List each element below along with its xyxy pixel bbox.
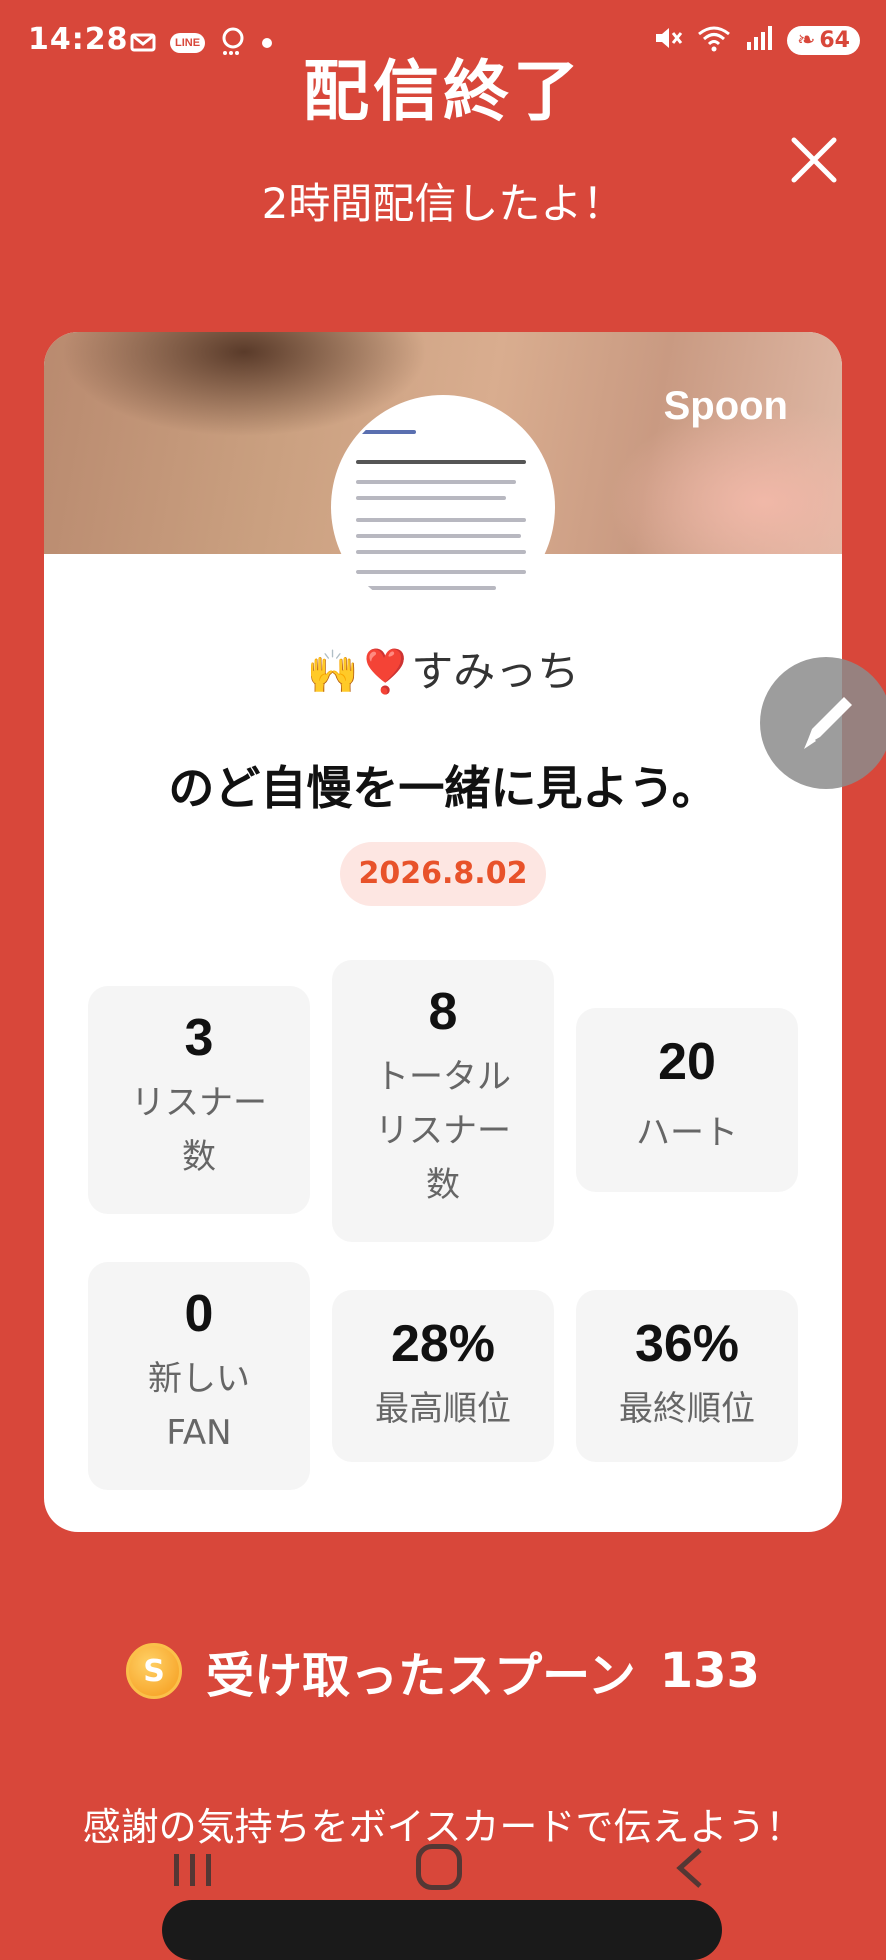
stat-best-rank: 28% 最高順位 (332, 1290, 554, 1462)
home-button[interactable] (416, 1844, 462, 1890)
stat-label: ハート (636, 1113, 738, 1153)
broadcast-title: のど自慢を一緒に見よう。 (168, 761, 718, 815)
back-icon (676, 1848, 702, 1888)
recents-button[interactable] (170, 1850, 216, 1894)
stat-label: 最高順位 (375, 1389, 511, 1429)
back-button[interactable] (670, 1846, 710, 1894)
stat-label: 最終順位 (619, 1389, 755, 1429)
stat-final-rank: 36% 最終順位 (576, 1290, 798, 1462)
stat-value: 28% (390, 1315, 496, 1373)
received-spoons-count: 133 (659, 1643, 760, 1699)
recents-icon (174, 1854, 211, 1886)
edit-button[interactable] (760, 657, 886, 789)
stat-label: トータル リスナー 数 (375, 1057, 511, 1205)
stat-label: リスナー 数 (131, 1083, 267, 1177)
brand-logo: Spoon (663, 384, 788, 428)
stat-total-listeners: 8 トータル リスナー 数 (332, 960, 554, 1242)
broadcast-duration: 2時間配信したよ！ (261, 179, 625, 228)
stat-hearts: 20 ハート (576, 1008, 798, 1192)
broadcast-date: 2026.8.02 (340, 842, 546, 906)
avatar (334, 398, 552, 616)
broadcast-summary-card: Spoon 🙌❣️すみっち のど自慢を一緒に見よう。 2026.8.02 3 リ… (44, 332, 842, 1532)
pencil-icon (804, 697, 852, 749)
spoon-coin-icon: S (126, 1643, 183, 1699)
stat-value: 8 (428, 983, 458, 1041)
stat-value: 36% (634, 1315, 740, 1373)
page-title: 配信終了 (303, 53, 583, 130)
bottom-sheet-handle (162, 1900, 722, 1960)
stat-value: 0 (184, 1285, 214, 1343)
stat-new-fans: 0 新しい FAN (88, 1262, 310, 1490)
received-spoons-label: 受け取ったスプーン (206, 1648, 636, 1704)
stat-value: 3 (184, 1009, 214, 1067)
stat-value: 20 (658, 1033, 716, 1091)
host-name: 🙌❣️すみっち (306, 647, 580, 696)
stat-label: 新しい FAN (148, 1359, 250, 1453)
stat-listeners: 3 リスナー 数 (88, 986, 310, 1214)
received-spoons: S 受け取ったスプーン 133 (0, 1636, 886, 1706)
